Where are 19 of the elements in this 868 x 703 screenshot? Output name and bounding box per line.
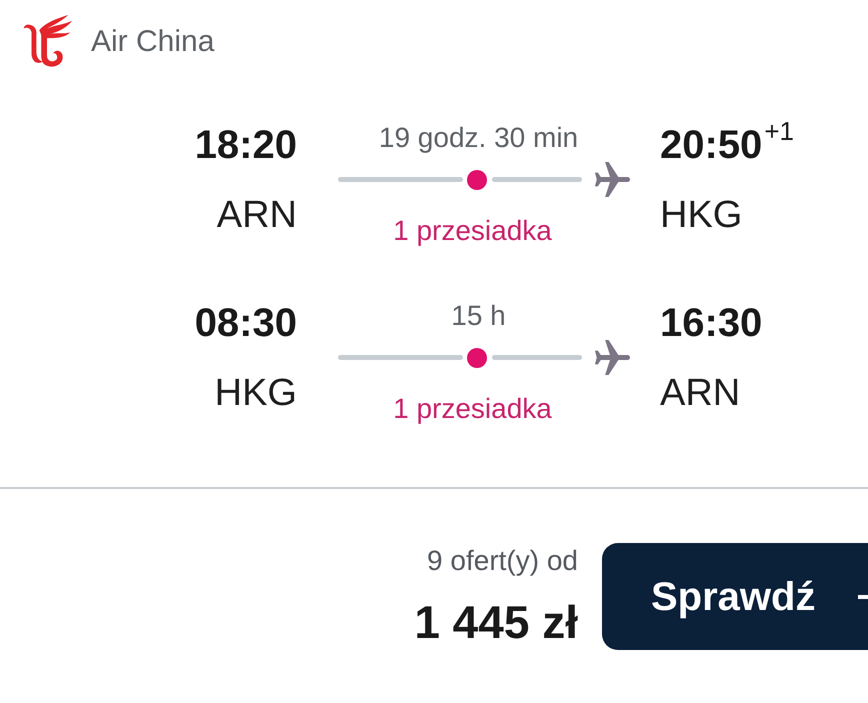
price-text: 1 445 zł	[414, 595, 578, 649]
arrival-airport: HKG	[660, 193, 742, 238]
departure-time: 08:30	[194, 300, 297, 347]
stops-text: 1 przesiadka	[393, 392, 552, 426]
departure-airport: HKG	[214, 371, 297, 416]
arrival-airport: ARN	[660, 371, 740, 416]
plane-icon	[594, 339, 631, 376]
arrival-time: 16:30	[660, 300, 762, 347]
airline-name: Air China	[91, 24, 214, 60]
arrival-time: 20:50	[660, 122, 762, 169]
duration-text: 15 h	[451, 299, 506, 333]
offers-text: 9 ofert(y) od	[427, 544, 578, 578]
day-offset: +1	[764, 116, 794, 146]
duration-text: 19 godz. 30 min	[378, 121, 578, 155]
departure-time: 18:20	[194, 122, 297, 169]
stops-text: 1 przesiadka	[393, 214, 552, 248]
check-button[interactable]: Sprawdź	[602, 543, 868, 650]
plane-icon	[594, 161, 631, 198]
departure-airport: ARN	[216, 193, 297, 238]
